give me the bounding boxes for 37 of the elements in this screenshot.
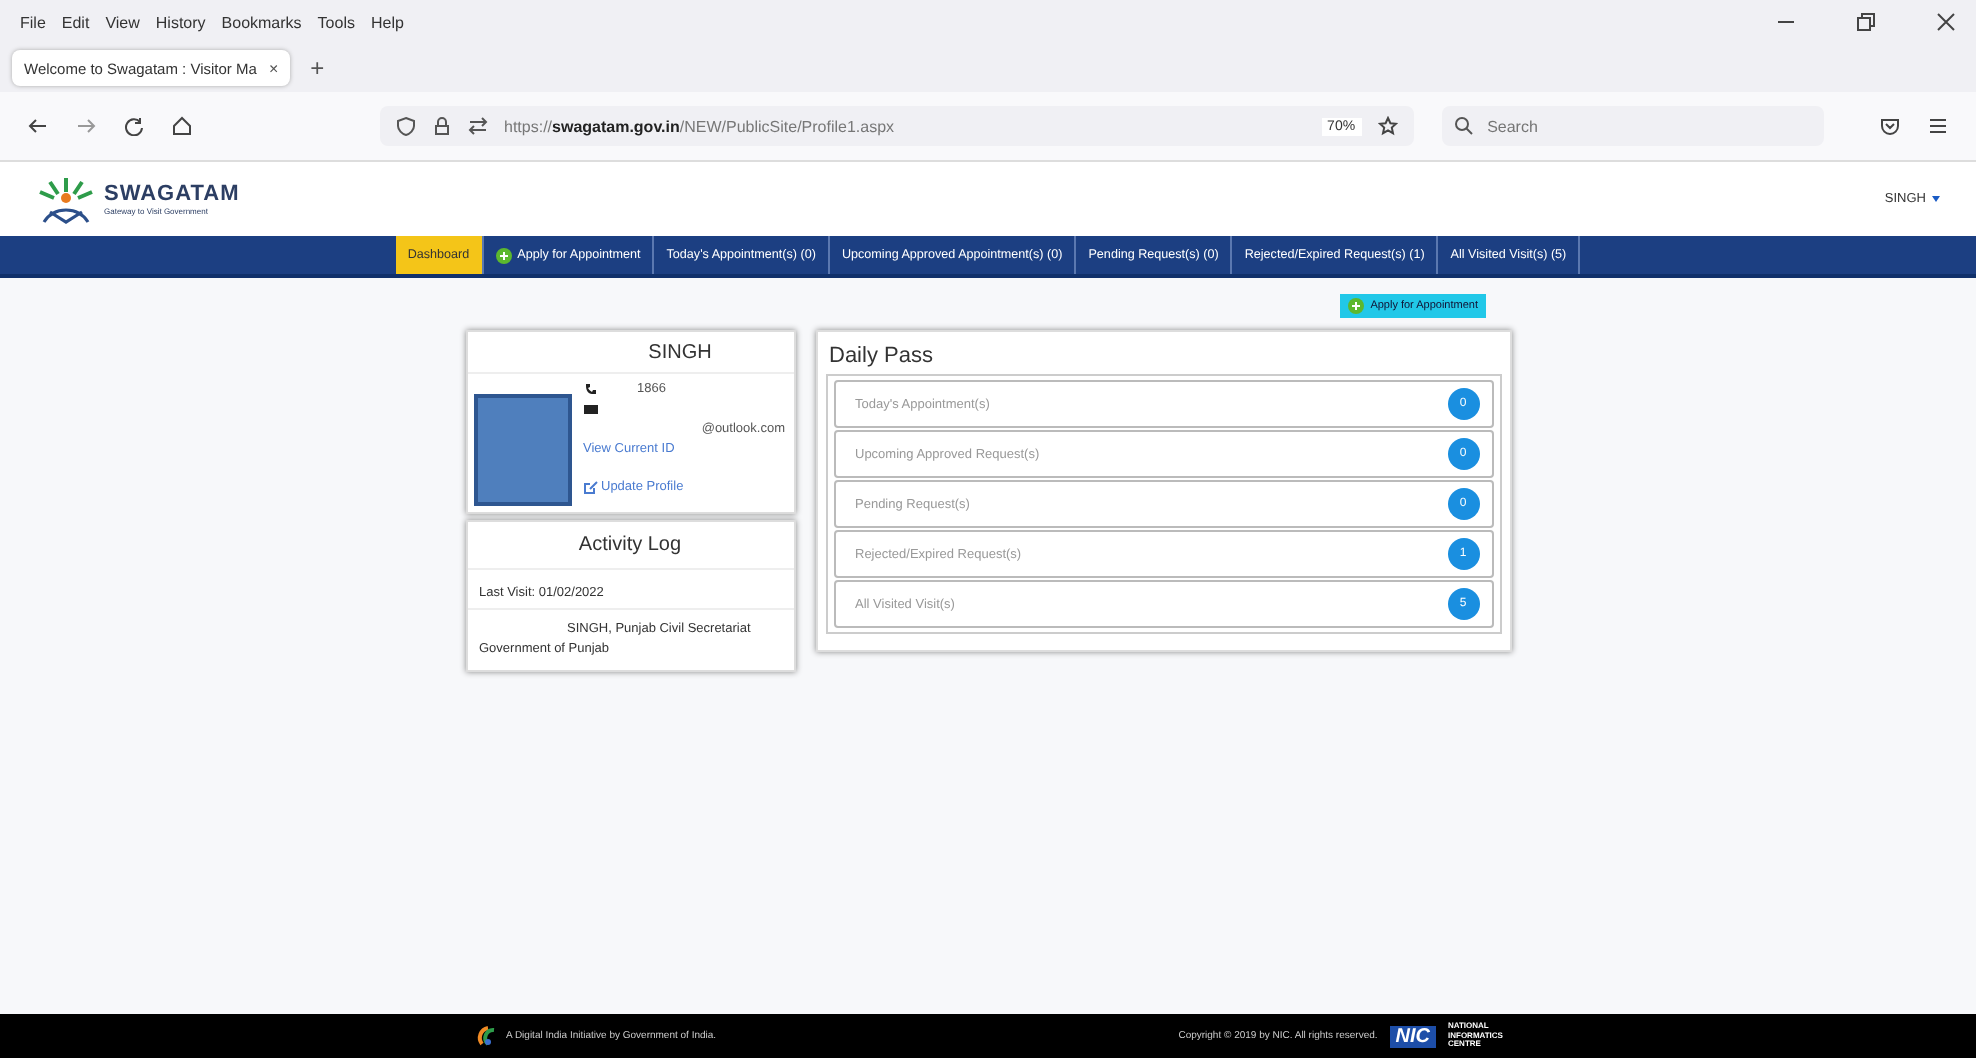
- edit-icon: [583, 480, 597, 494]
- pocket-icon[interactable]: [1880, 116, 1900, 136]
- back-icon[interactable]: [28, 116, 48, 136]
- search-icon[interactable]: [1453, 116, 1474, 136]
- tab-close-button[interactable]: ×: [268, 59, 279, 77]
- digital-india-logo-icon: [476, 1024, 500, 1048]
- menu-item[interactable]: Edit: [61, 13, 90, 31]
- menu-item[interactable]: Bookmarks: [221, 13, 302, 31]
- star-icon[interactable]: [1377, 116, 1398, 136]
- home-icon[interactable]: [172, 116, 192, 136]
- menu-item[interactable]: Tools: [317, 13, 355, 31]
- new-tab-button[interactable]: +: [310, 54, 325, 82]
- plus-icon: [1348, 298, 1365, 314]
- profile-name: SINGH: [467, 332, 793, 374]
- phone-icon: [583, 382, 597, 396]
- card-title: Activity Log: [467, 522, 793, 570]
- menu-item[interactable]: History: [155, 13, 206, 31]
- menu-item[interactable]: Help: [370, 13, 404, 31]
- close-icon[interactable]: [1936, 12, 1956, 32]
- photo-placeholder: [473, 394, 571, 506]
- reload-icon[interactable]: [124, 116, 144, 136]
- nic-logo: NIC: [1389, 1025, 1436, 1047]
- lock-icon[interactable]: [432, 116, 452, 136]
- menu-item[interactable]: View: [105, 13, 140, 31]
- caret-icon: [1932, 196, 1940, 202]
- forward-icon[interactable]: [76, 116, 96, 136]
- logo-title: SWAGATAM: [104, 182, 240, 206]
- search-bar[interactable]: Search: [1441, 106, 1824, 146]
- restore-icon[interactable]: [1856, 12, 1876, 32]
- menu-item[interactable]: File: [20, 13, 46, 31]
- menu-icon[interactable]: [1928, 116, 1948, 136]
- search-input[interactable]: Search: [1483, 115, 1812, 137]
- permissions-icon[interactable]: [468, 116, 488, 136]
- shield-icon[interactable]: [396, 116, 416, 136]
- plus-icon: [495, 247, 512, 263]
- card-title: Daily Pass: [829, 344, 935, 368]
- logo-icon: [36, 173, 96, 225]
